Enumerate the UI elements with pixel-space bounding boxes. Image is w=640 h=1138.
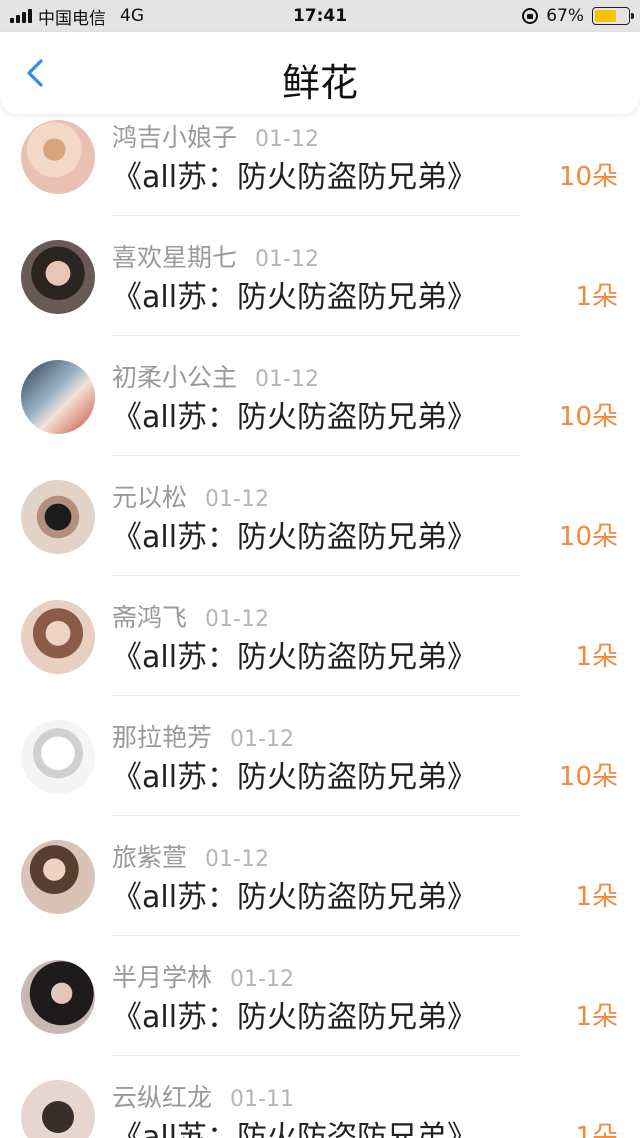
book-title: 《all苏：防火防盗防兄弟》 [112,520,478,555]
user-line: 喜欢星期七 01-12 [112,238,319,274]
nav-bar: 鲜花 [0,32,640,114]
status-right: 67% [522,0,634,32]
book-title: 《all苏：防火防盗防兄弟》 [112,280,478,315]
network-label: 4G [120,6,144,26]
avatar[interactable] [21,960,95,1034]
list-item[interactable]: 斋鸿飞 01-12 《all苏：防火防盗防兄弟》 1朵 [0,576,640,696]
gift-date: 01-12 [205,847,269,872]
list-item[interactable]: 元以松 01-12 《all苏：防火防盗防兄弟》 10朵 [0,456,640,576]
gift-date: 01-12 [255,367,319,392]
gift-date: 01-12 [230,967,294,992]
status-bar: 中国电信 4G 17:41 67% [0,0,640,32]
flower-count: 1朵 [575,1122,618,1138]
user-name[interactable]: 半月学林 [112,958,212,994]
flower-count: 1朵 [575,882,618,912]
user-name[interactable]: 云纵红龙 [112,1078,212,1114]
list-item[interactable]: 初柔小公主 01-12 《all苏：防火防盗防兄弟》 10朵 [0,336,640,456]
user-name[interactable]: 喜欢星期七 [112,238,237,274]
flower-count: 10朵 [558,522,618,552]
flower-count: 10朵 [558,162,618,192]
user-name[interactable]: 初柔小公主 [112,358,237,394]
user-line: 元以松 01-12 [112,478,269,514]
user-line: 那拉艳芳 01-12 [112,718,294,754]
flower-count: 1朵 [575,1002,618,1032]
user-name[interactable]: 斋鸿飞 [112,598,187,634]
avatar[interactable] [21,240,95,314]
user-name[interactable]: 鸿吉小娘子 [112,118,237,154]
gift-date: 01-12 [205,607,269,632]
avatar[interactable] [21,720,95,794]
book-title: 《all苏：防火防盗防兄弟》 [112,400,478,435]
battery-percent: 67% [546,6,584,26]
gift-date: 01-12 [230,727,294,752]
avatar[interactable] [21,480,95,554]
avatar[interactable] [21,120,95,194]
user-line: 云纵红龙 01-11 [112,1078,294,1114]
user-line: 旅紫萱 01-12 [112,838,269,874]
gift-date: 01-11 [230,1087,294,1112]
rotation-lock-icon [522,8,539,24]
signal-icon [10,9,32,23]
list-item[interactable]: 半月学林 01-12 《all苏：防火防盗防兄弟》 1朵 [0,936,640,1056]
user-line: 初柔小公主 01-12 [112,358,319,394]
user-name[interactable]: 旅紫萱 [112,838,187,874]
avatar[interactable] [21,360,95,434]
list-item[interactable]: 云纵红龙 01-11 《all苏：防火防盗防兄弟》 1朵 [0,1056,640,1138]
book-title: 《all苏：防火防盗防兄弟》 [112,760,478,795]
user-line: 鸿吉小娘子 01-12 [112,118,319,154]
flower-count: 10朵 [558,402,618,432]
user-name[interactable]: 那拉艳芳 [112,718,212,754]
gift-date: 01-12 [205,487,269,512]
flower-count: 1朵 [575,642,618,672]
gift-date: 01-12 [255,127,319,152]
avatar[interactable] [21,600,95,674]
user-line: 半月学林 01-12 [112,958,294,994]
list-item[interactable]: 鸿吉小娘子 01-12 《all苏：防火防盗防兄弟》 10朵 [0,96,640,216]
book-title: 《all苏：防火防盗防兄弟》 [112,1120,478,1138]
flower-count: 10朵 [558,762,618,792]
chevron-left-icon[interactable] [22,58,52,88]
battery-level-fill [595,10,617,22]
carrier-label: 中国电信 [38,8,106,29]
book-title: 《all苏：防火防盗防兄弟》 [112,640,478,675]
flower-count: 1朵 [575,282,618,312]
book-title: 《all苏：防火防盗防兄弟》 [112,160,478,195]
gift-list: 鸿吉小娘子 01-12 《all苏：防火防盗防兄弟》 10朵 喜欢星期七 01-… [0,96,640,1138]
battery-icon [592,7,634,25]
list-item[interactable]: 旅紫萱 01-12 《all苏：防火防盗防兄弟》 1朵 [0,816,640,936]
page-title: 鲜花 [281,61,358,105]
avatar[interactable] [21,1080,95,1138]
status-left: 中国电信 4G [10,0,144,32]
user-name[interactable]: 元以松 [112,478,187,514]
book-title: 《all苏：防火防盗防兄弟》 [112,880,478,915]
user-line: 斋鸿飞 01-12 [112,598,269,634]
avatar[interactable] [21,840,95,914]
book-title: 《all苏：防火防盗防兄弟》 [112,1000,478,1035]
gift-date: 01-12 [255,247,319,272]
list-item[interactable]: 喜欢星期七 01-12 《all苏：防火防盗防兄弟》 1朵 [0,216,640,336]
list-item[interactable]: 那拉艳芳 01-12 《all苏：防火防盗防兄弟》 10朵 [0,696,640,816]
